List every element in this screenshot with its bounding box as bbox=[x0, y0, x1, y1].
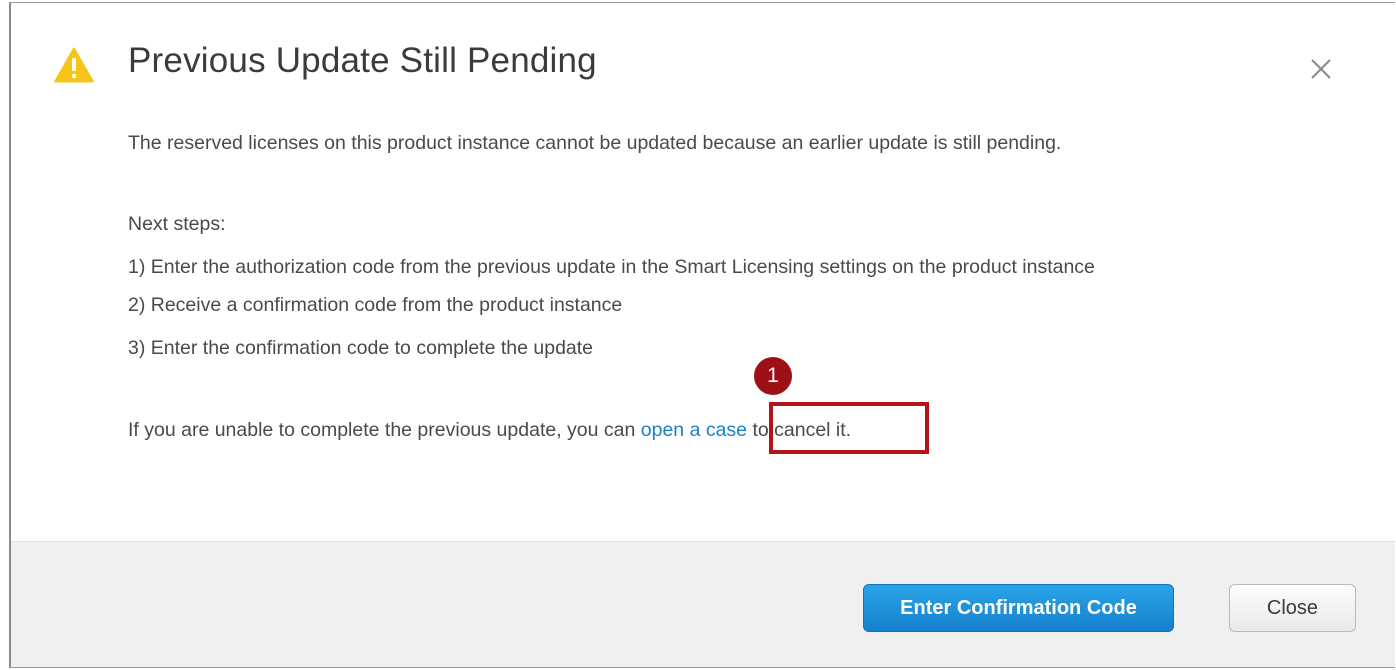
open-case-link[interactable]: open a case bbox=[641, 419, 747, 441]
dialog-footer: Enter Confirmation Code Close bbox=[11, 541, 1395, 667]
warning-icon bbox=[54, 47, 94, 83]
step-item-3: 3) Enter the confirmation code to comple… bbox=[128, 337, 594, 359]
callout-badge: 1 bbox=[754, 357, 792, 395]
open-case-sentence: If you are unable to complete the previo… bbox=[128, 419, 851, 442]
next-steps-heading: Next steps: bbox=[128, 213, 226, 235]
dialog-header: Previous Update Still Pending bbox=[11, 3, 1395, 113]
intro-text: The reserved licenses on this product in… bbox=[128, 132, 1062, 154]
close-icon[interactable] bbox=[1308, 56, 1334, 82]
dialog-title: Previous Update Still Pending bbox=[128, 41, 597, 80]
pending-update-dialog: Previous Update Still Pending The reserv… bbox=[9, 2, 1395, 668]
close-button[interactable]: Close bbox=[1229, 584, 1356, 632]
enter-confirmation-code-button[interactable]: Enter Confirmation Code bbox=[863, 584, 1174, 632]
callout-highlight-box bbox=[769, 402, 929, 454]
open-case-prefix: If you are unable to complete the previo… bbox=[128, 419, 641, 441]
step-item-1: 1) Enter the authorization code from the… bbox=[128, 256, 1095, 278]
step-item-2: 2) Receive a confirmation code from the … bbox=[128, 294, 623, 316]
